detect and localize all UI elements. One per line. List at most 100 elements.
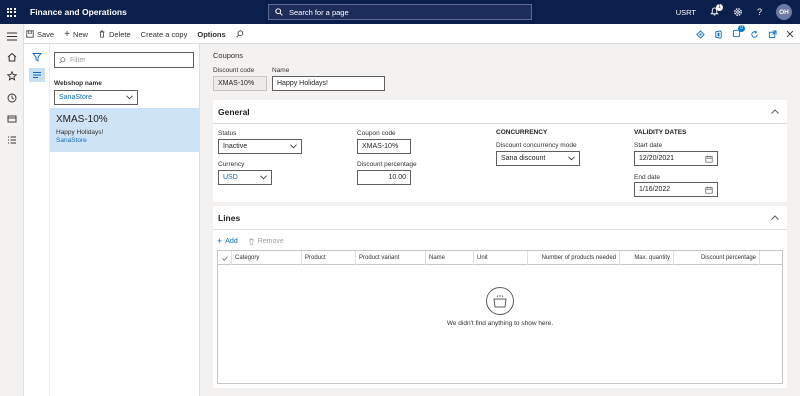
column-header-max-quantity[interactable]: Max. quantity bbox=[620, 251, 674, 265]
remove-line-label: Remove bbox=[257, 237, 284, 245]
delete-button[interactable]: Delete bbox=[98, 30, 131, 39]
delete-label: Delete bbox=[108, 29, 131, 39]
recent-clock-icon[interactable] bbox=[6, 92, 18, 104]
attachments-count: 0 bbox=[738, 24, 745, 32]
start-date-value: 12/20/2021 bbox=[639, 155, 675, 162]
filter-icon[interactable] bbox=[29, 50, 45, 64]
save-button[interactable]: Save bbox=[26, 30, 54, 39]
list-panel: Filter Webshop name SanaStore XMAS-10% H… bbox=[24, 44, 214, 396]
workspaces-icon[interactable] bbox=[6, 113, 18, 125]
close-icon[interactable] bbox=[786, 30, 794, 38]
add-line-button[interactable]: + Add bbox=[217, 236, 238, 246]
app-launcher-icon[interactable] bbox=[0, 0, 22, 24]
status-select[interactable]: Inactive bbox=[218, 139, 302, 154]
discount-code-field[interactable]: XMAS-10% bbox=[213, 76, 267, 91]
select-all-checkmark-icon[interactable] bbox=[218, 251, 232, 265]
currency-value: USD bbox=[223, 174, 238, 181]
empty-state: We didn't find anything to show here. bbox=[218, 287, 782, 327]
chevron-up-icon[interactable] bbox=[771, 215, 779, 220]
concurrency-mode-label: Discount concurrency mode bbox=[496, 142, 577, 149]
chevron-down-icon bbox=[260, 175, 267, 180]
list-item[interactable]: XMAS-10% Happy Holidays! SanaStore bbox=[50, 108, 214, 152]
discount-percentage-value: 10.00 bbox=[388, 174, 406, 181]
power-apps-icon[interactable] bbox=[696, 29, 705, 39]
search-input[interactable]: Search for a page bbox=[268, 4, 532, 20]
column-header-unit[interactable]: Unit bbox=[474, 251, 528, 265]
company-picker[interactable]: USRT bbox=[676, 8, 696, 17]
hamburger-icon[interactable] bbox=[6, 30, 18, 42]
plus-icon: + bbox=[64, 28, 70, 40]
chevron-down-icon bbox=[290, 144, 297, 149]
notifications-button[interactable]: 1 bbox=[710, 3, 723, 18]
create-copy-label: Create a copy bbox=[140, 29, 188, 39]
webshop-name-label: Webshop name bbox=[54, 80, 102, 87]
list-item-code: XMAS-10% bbox=[56, 114, 108, 125]
plus-icon: + bbox=[217, 236, 223, 246]
help-button[interactable]: ? bbox=[757, 7, 762, 17]
status-value: Inactive bbox=[223, 143, 248, 150]
end-date-field[interactable]: 1/16/2022 bbox=[634, 182, 718, 197]
notification-count: 1 bbox=[715, 3, 723, 11]
webshop-name-select[interactable]: SanaStore bbox=[54, 90, 138, 105]
general-section: General Status Inactive Currency USD Cou… bbox=[213, 100, 787, 202]
refresh-icon[interactable] bbox=[750, 30, 759, 39]
save-label: Save bbox=[37, 29, 55, 39]
add-line-label: Add bbox=[225, 237, 238, 245]
lines-section-title[interactable]: Lines bbox=[218, 213, 240, 223]
home-icon[interactable] bbox=[6, 51, 18, 63]
avatar[interactable]: OH bbox=[776, 4, 792, 20]
modules-list-icon[interactable] bbox=[6, 134, 18, 146]
popout-icon[interactable] bbox=[768, 29, 777, 39]
top-bar: Finance and Operations Search for a page… bbox=[0, 0, 800, 24]
general-divider bbox=[213, 123, 787, 124]
gear-icon[interactable] bbox=[733, 7, 743, 17]
coupon-code-field[interactable]: XMAS-10% bbox=[357, 139, 411, 154]
calendar-icon[interactable] bbox=[705, 155, 713, 163]
new-label: New bbox=[72, 29, 88, 39]
currency-label: Currency bbox=[218, 161, 245, 168]
create-copy-button[interactable]: Create a copy bbox=[141, 30, 188, 39]
list-item-store: SanaStore bbox=[56, 137, 87, 144]
calendar-icon[interactable] bbox=[705, 186, 713, 194]
page-title: Coupons bbox=[213, 51, 244, 60]
name-field[interactable]: Happy Holidays! bbox=[272, 76, 385, 91]
action-search-button[interactable] bbox=[236, 30, 244, 38]
new-button[interactable]: + New bbox=[64, 29, 88, 40]
filter-input[interactable]: Filter bbox=[54, 52, 194, 68]
column-header-product[interactable]: Product bbox=[302, 251, 356, 265]
attachments-button[interactable]: 0 bbox=[732, 24, 745, 40]
start-date-label: Start date bbox=[634, 142, 663, 149]
save-icon bbox=[26, 30, 34, 38]
list-view-icon[interactable] bbox=[29, 68, 45, 82]
favorites-star-icon[interactable] bbox=[6, 70, 18, 82]
discount-percentage-field[interactable]: 10.00 bbox=[357, 170, 411, 185]
coupon-code-label: Coupon code bbox=[357, 130, 396, 137]
general-section-title[interactable]: General bbox=[218, 107, 250, 117]
action-pane: Save + New Delete Create a copy Options … bbox=[0, 24, 800, 44]
filter-placeholder: Filter bbox=[70, 56, 86, 64]
coupon-code-value: XMAS-10% bbox=[362, 143, 399, 150]
empty-folder-icon bbox=[486, 287, 514, 315]
column-header-category[interactable]: Category bbox=[232, 251, 302, 265]
remove-line-button[interactable]: Remove bbox=[248, 238, 284, 245]
list-panel-toolbar bbox=[24, 44, 50, 396]
list-item-name: Happy Holidays! bbox=[56, 129, 104, 136]
start-date-field[interactable]: 12/20/2021 bbox=[634, 151, 718, 166]
column-header-discount-percentage[interactable]: Discount percentage bbox=[674, 251, 760, 265]
currency-select[interactable]: USD bbox=[218, 170, 272, 185]
validity-dates-group-header: VALIDITY DATES bbox=[634, 129, 687, 136]
chevron-up-icon[interactable] bbox=[771, 109, 779, 114]
search-icon bbox=[59, 56, 66, 64]
navigation-pane bbox=[0, 24, 24, 396]
concurrency-mode-select[interactable]: Sana discount bbox=[496, 151, 580, 166]
lines-grid: Category Product Product variant Name Un… bbox=[217, 250, 783, 384]
name-value: Happy Holidays! bbox=[277, 80, 328, 87]
office-icon[interactable] bbox=[714, 29, 723, 39]
app-title[interactable]: Finance and Operations bbox=[30, 7, 127, 17]
options-tab[interactable]: Options bbox=[197, 30, 225, 39]
column-header-name[interactable]: Name bbox=[426, 251, 474, 265]
search-icon bbox=[236, 30, 243, 38]
concurrency-mode-value: Sana discount bbox=[501, 155, 546, 162]
column-header-product-variant[interactable]: Product variant bbox=[356, 251, 426, 265]
column-header-products-needed[interactable]: Number of products needed bbox=[528, 251, 620, 265]
